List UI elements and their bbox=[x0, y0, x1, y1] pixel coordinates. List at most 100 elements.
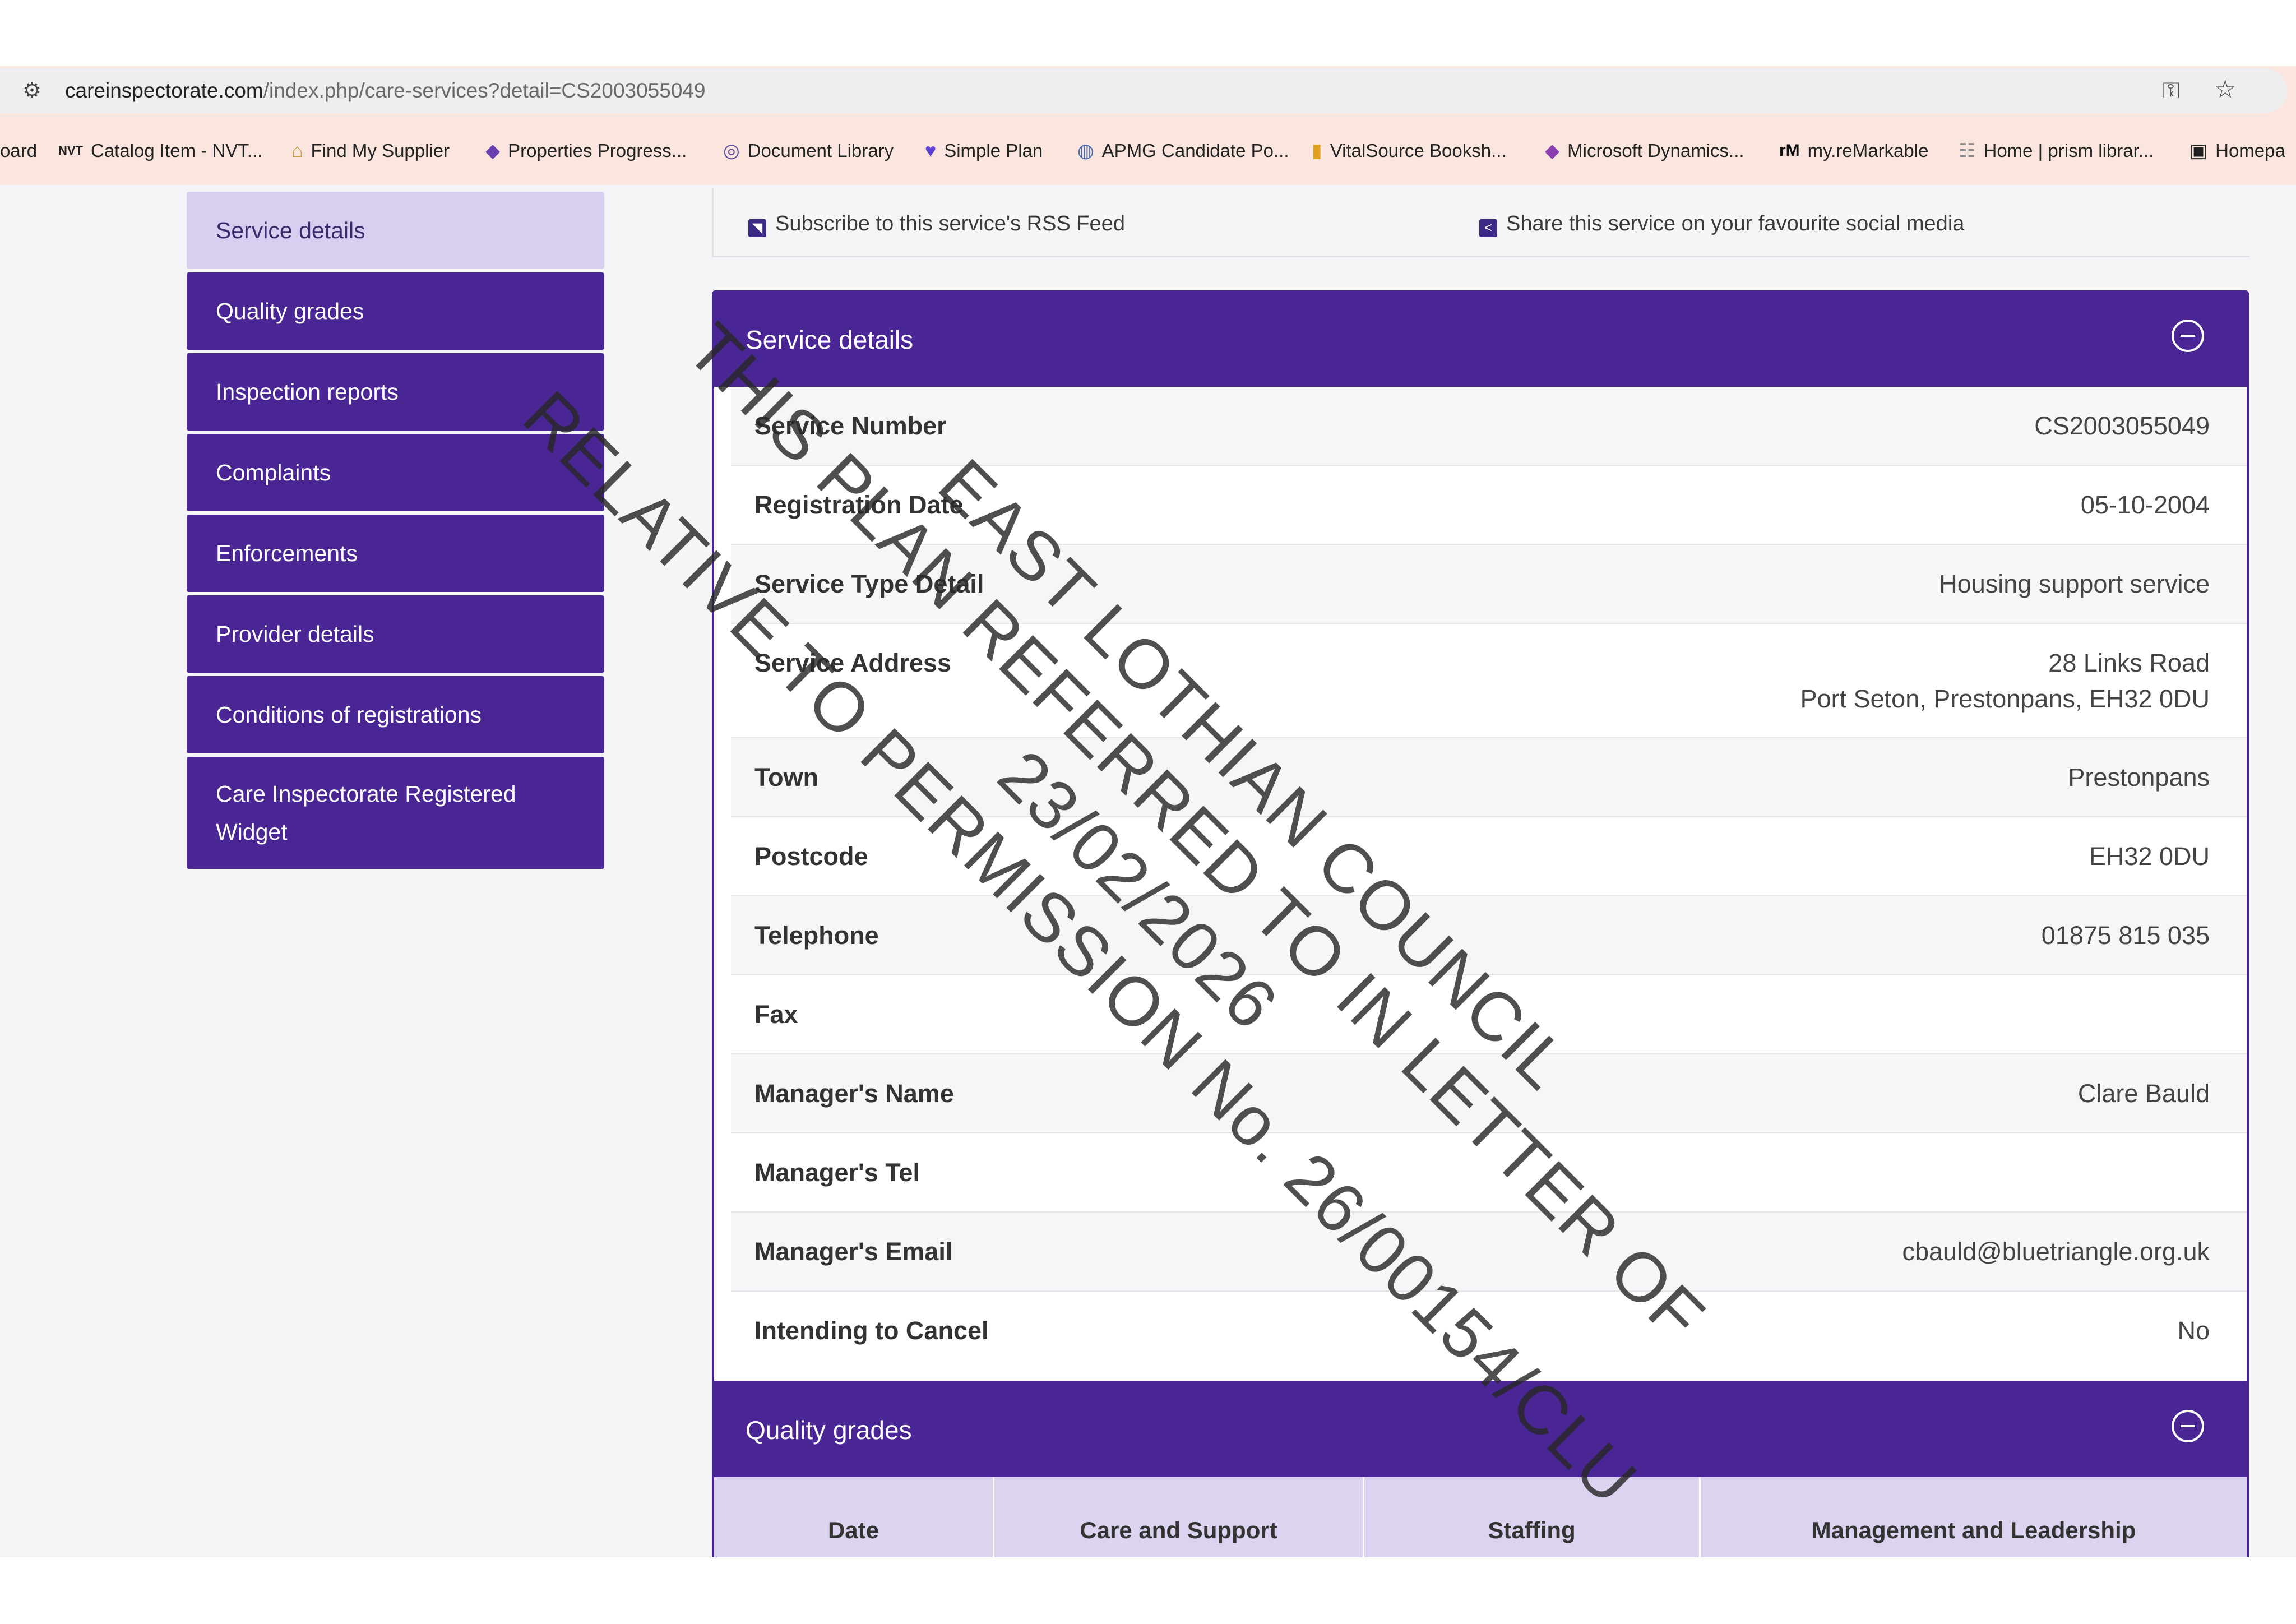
bookmark-label: Properties Progress... bbox=[508, 140, 687, 161]
rss-feed-link[interactable]: ◥ Subscribe to this service's RSS Feed bbox=[748, 212, 1125, 237]
service-links: ◥ Subscribe to this service's RSS Feed < S… bbox=[712, 188, 2249, 257]
remarkable-icon: rM bbox=[1779, 141, 1800, 160]
detail-row: Registration Date 05-10-2004 bbox=[731, 466, 2247, 545]
bookmark-item[interactable]: ▣ Homepa bbox=[2189, 133, 2285, 168]
detail-value[interactable]: cbauld@bluetriangle.org.uk bbox=[1902, 1234, 2210, 1270]
browser-window: ⚙ careinspectorate.com/index.php/care-se… bbox=[0, 66, 2296, 1557]
bookmark-label: my.reMarkable bbox=[1807, 140, 1929, 161]
detail-row: Town Prestonpans bbox=[731, 738, 2247, 817]
dynamics-icon: ◆ bbox=[1545, 140, 1560, 161]
sidebar-item-conditions[interactable]: Conditions of registrations bbox=[187, 676, 604, 753]
detail-label: Manager's Tel bbox=[754, 1158, 920, 1187]
column-header[interactable]: Date bbox=[714, 1477, 994, 1557]
sidebar-item-provider-details[interactable]: Provider details bbox=[187, 595, 604, 673]
panel-title: Quality grades bbox=[746, 1415, 912, 1445]
supplier-icon: ⌂ bbox=[291, 140, 303, 161]
bookmark-item[interactable]: ♥ Simple Plan bbox=[925, 133, 1043, 168]
detail-row: Fax bbox=[731, 975, 2247, 1054]
detail-row: Service Address 28 Links Road Port Seton, … bbox=[731, 624, 2247, 738]
detail-row: Manager's Name Clare Bauld bbox=[731, 1054, 2247, 1133]
detail-label: Fax bbox=[754, 1000, 798, 1029]
sidebar-item-quality-grades[interactable]: Quality grades bbox=[187, 272, 604, 350]
detail-label: Registration Date bbox=[754, 491, 964, 519]
detail-label: Manager's Name bbox=[754, 1079, 954, 1108]
detail-row: Manager's Email cbauld@bluetriangle.org.u… bbox=[731, 1213, 2247, 1292]
bookmark-label: Simple Plan bbox=[944, 140, 1043, 161]
bookmark-label: VitalSource Booksh... bbox=[1330, 140, 1507, 161]
bookmark-item[interactable]: ▮ VitalSource Booksh... bbox=[1312, 133, 1507, 168]
detail-value: Clare Bauld bbox=[2077, 1079, 2210, 1108]
detail-row: Telephone 01875 815 035 bbox=[731, 896, 2247, 975]
prism-icon: ☷ bbox=[1959, 140, 1976, 161]
bookmark-item[interactable]: ◎ Document Library bbox=[723, 133, 894, 168]
detail-row: Postcode EH32 0DU bbox=[731, 817, 2247, 896]
site-settings-icon[interactable]: ⚙ bbox=[22, 78, 47, 103]
sidebar-item-service-details[interactable]: Service details bbox=[187, 192, 604, 269]
detail-label: Service Type Detail bbox=[754, 570, 984, 598]
sidebar-item-complaints[interactable]: Complaints bbox=[187, 434, 604, 511]
heart-icon: ♥ bbox=[925, 140, 937, 161]
address-line: Port Seton, Prestonpans, EH32 0DU bbox=[1800, 684, 2210, 713]
vitalsource-icon: ▮ bbox=[1312, 140, 1322, 161]
bookmark-item[interactable]: ◆ Properties Progress... bbox=[485, 133, 687, 168]
bookmark-label: Document Library bbox=[747, 140, 894, 161]
url-text[interactable]: careinspectorate.com/index.php/care-serv… bbox=[65, 78, 706, 103]
bookmark-label: Home | prism librar... bbox=[1983, 140, 2154, 161]
url-domain: careinspectorate.com bbox=[65, 79, 263, 102]
details-table: Service Number CS2003055049 Registration … bbox=[714, 387, 2247, 1371]
apmg-icon: ◍ bbox=[1077, 140, 1094, 161]
library-icon: ◎ bbox=[723, 140, 740, 161]
bookmark-star-icon[interactable]: ☆ bbox=[2214, 76, 2236, 103]
share-link-label: Share this service on your favourite soc… bbox=[1506, 212, 1965, 235]
column-header[interactable]: Care and Support bbox=[994, 1477, 1364, 1557]
bookmark-label: oard bbox=[0, 140, 38, 161]
detail-label: Telephone bbox=[754, 921, 879, 950]
detail-value: 05-10-2004 bbox=[2080, 491, 2210, 519]
detail-value: Housing support service bbox=[1939, 570, 2210, 598]
bookmark-item[interactable]: ☷ Home | prism librar... bbox=[1959, 133, 2154, 168]
bookmark-label: APMG Candidate Po... bbox=[1101, 140, 1289, 161]
sidebar-item-enforcements[interactable]: Enforcements bbox=[187, 515, 604, 592]
password-key-icon[interactable]: ⚿ bbox=[2163, 78, 2179, 103]
sidebar-item-inspection-reports[interactable]: Inspection reports bbox=[187, 353, 604, 431]
detail-label: Service Address bbox=[754, 649, 952, 677]
bookmark-label: Microsoft Dynamics... bbox=[1567, 140, 1744, 161]
address-bar[interactable]: ⚙ careinspectorate.com/index.php/care-se… bbox=[0, 68, 2287, 113]
service-details-panel: Service details Service Number CS20030550… bbox=[712, 290, 2249, 1442]
detail-value: 01875 815 035 bbox=[2041, 921, 2210, 950]
sidebar-nav: Service details Quality grades Inspectio… bbox=[187, 192, 604, 872]
detail-value: 28 Links Road Port Seton, Prestonpans, EH… bbox=[1800, 645, 2210, 717]
detail-row: Service Number CS2003055049 bbox=[731, 387, 2247, 466]
bookmark-label: Catalog Item - NVT... bbox=[91, 140, 263, 161]
bookmark-item[interactable]: oard bbox=[0, 133, 37, 168]
bookmark-item[interactable]: ◍ APMG Candidate Po... bbox=[1077, 133, 1289, 168]
bookmark-item[interactable]: rM my.reMarkable bbox=[1779, 133, 1928, 168]
collapse-icon[interactable] bbox=[2172, 320, 2204, 352]
detail-value: CS2003055049 bbox=[2034, 411, 2210, 440]
panel-title: Service details bbox=[746, 325, 914, 354]
address-line: 28 Links Road bbox=[2048, 649, 2210, 677]
share-social-link[interactable]: < Share this service on your favourite so… bbox=[1479, 212, 1964, 237]
detail-row: Manager's Tel bbox=[731, 1133, 2247, 1213]
column-header[interactable]: Management and Leadership bbox=[1701, 1477, 2247, 1557]
share-icon: < bbox=[1479, 219, 1497, 237]
sidebar-item-registered-widget[interactable]: Care Inspectorate Registered Widget bbox=[187, 757, 604, 869]
panel-header[interactable]: Service details bbox=[714, 293, 2247, 387]
bookmarks-bar: oard NVT Catalog Item - NVT... ⌂ Find My S… bbox=[0, 133, 2296, 168]
bookmark-item[interactable]: NVT Catalog Item - NVT... bbox=[58, 133, 262, 168]
bookmark-label: Homepa bbox=[2215, 140, 2285, 161]
collapse-icon[interactable] bbox=[2172, 1410, 2204, 1442]
rss-icon: ◥ bbox=[748, 219, 766, 237]
rss-link-label: Subscribe to this service's RSS Feed bbox=[775, 212, 1125, 235]
detail-label: Postcode bbox=[754, 842, 868, 871]
detail-label: Intending to Cancel bbox=[754, 1316, 989, 1345]
bookmark-item[interactable]: ⌂ Find My Supplier bbox=[291, 133, 450, 168]
bookmark-label: Find My Supplier bbox=[311, 140, 450, 161]
detail-label: Service Number bbox=[754, 411, 947, 440]
homepage-icon: ▣ bbox=[2189, 140, 2208, 161]
panel-header[interactable]: Quality grades bbox=[714, 1383, 2247, 1477]
detail-value: Prestonpans bbox=[2068, 763, 2210, 792]
column-header[interactable]: Staffing bbox=[1364, 1477, 1701, 1557]
bookmark-item[interactable]: ◆ Microsoft Dynamics... bbox=[1545, 133, 1744, 168]
detail-label: Manager's Email bbox=[754, 1237, 953, 1266]
